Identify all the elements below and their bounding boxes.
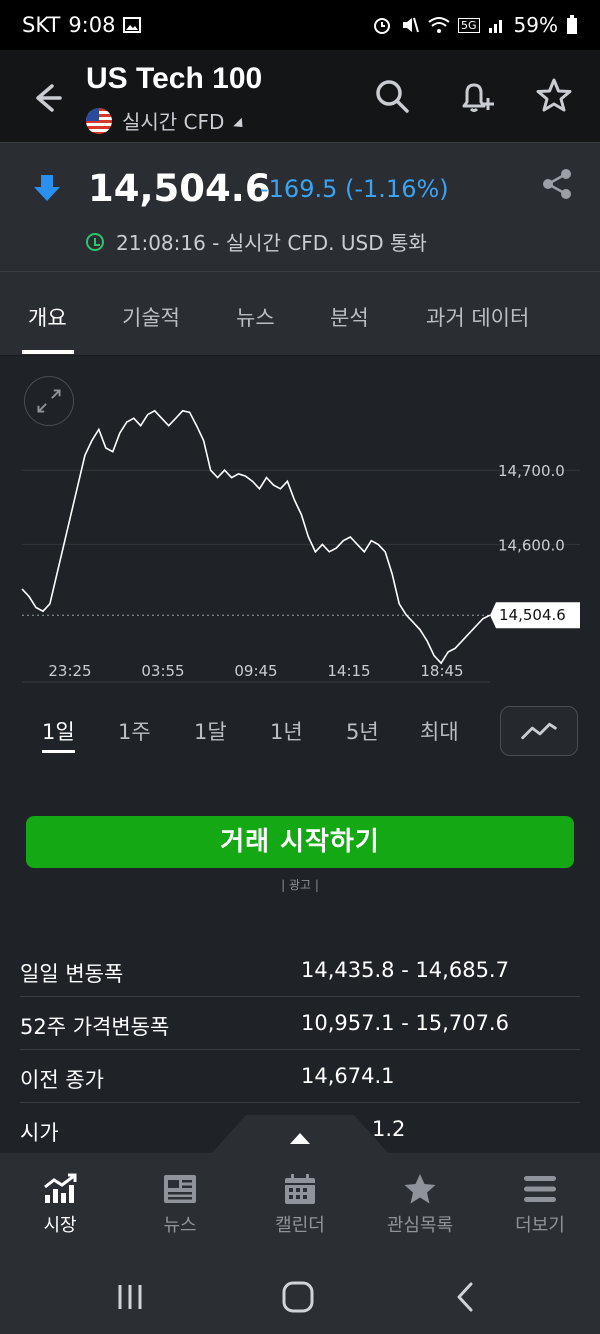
chart-trend-icon bbox=[44, 1173, 77, 1203]
star-icon bbox=[404, 1174, 436, 1204]
status-bar: SKT 9:08 5G 59% bbox=[0, 0, 600, 50]
bottom-navigation: 시장 뉴스 캘린더 관심목록 더보기 bbox=[0, 1153, 600, 1257]
dropdown-caret-icon bbox=[233, 117, 248, 132]
nav-calendar[interactable]: 캘린더 bbox=[245, 1173, 355, 1237]
stat-row-prev-close: 이전 종가 14,674.1 bbox=[20, 1050, 580, 1103]
range-max[interactable]: 최대 bbox=[420, 716, 459, 746]
nav-label: 관심목록 bbox=[386, 1215, 454, 1236]
last-price-tag: 14,504.6 bbox=[490, 602, 580, 629]
tab-historical-data[interactable]: 과거 데이터 bbox=[426, 302, 529, 332]
battery-icon bbox=[567, 15, 577, 34]
x-tick-label: 18:45 bbox=[420, 662, 463, 680]
quote-timestamp: 21:08:16 - 실시간 CFD. USD 통화 bbox=[116, 231, 427, 255]
stat-value: 1.2 bbox=[372, 1117, 406, 1141]
nav-watchlist[interactable]: 관심목록 bbox=[365, 1173, 475, 1237]
gallery-icon bbox=[123, 17, 142, 33]
stat-value: 14,435.8 - 14,685.7 bbox=[301, 958, 509, 982]
tab-news[interactable]: 뉴스 bbox=[236, 302, 275, 332]
stat-label: 일일 변동폭 bbox=[20, 962, 124, 986]
carrier-label: SKT bbox=[22, 13, 61, 37]
newspaper-icon bbox=[164, 1175, 196, 1203]
calendar-icon bbox=[285, 1174, 315, 1204]
menu-icon bbox=[524, 1176, 556, 1202]
quote-timestamp-row: 21:08:16 - 실시간 CFD. USD 통화 bbox=[86, 227, 427, 256]
stat-row-52w-range: 52주 가격변동폭 10,957.1 - 15,707.6 bbox=[20, 997, 580, 1050]
system-back-icon[interactable] bbox=[446, 1277, 486, 1317]
clock-icon bbox=[86, 232, 104, 251]
battery-percent: 59% bbox=[513, 13, 558, 37]
nav-label: 더보기 bbox=[515, 1215, 565, 1236]
app-header: US Tech 100 실시간 CFD bbox=[0, 50, 600, 142]
stat-row-daily-range: 일일 변동폭 14,435.8 - 14,685.7 bbox=[20, 944, 580, 997]
home-icon[interactable] bbox=[278, 1277, 318, 1317]
clock-time: 9:08 bbox=[68, 13, 116, 37]
range-1w[interactable]: 1주 bbox=[118, 716, 151, 746]
x-tick-label: 03:55 bbox=[141, 662, 184, 680]
quote-panel: 14,504.6 -169.5 (-1.16%) 21:08:16 - 실시간 … bbox=[0, 142, 600, 272]
price-series-line bbox=[21, 409, 491, 665]
chart-canvas[interactable]: 14,700.0 14,600.0 23:25 03:55 09:45 14:15 18:4… bbox=[0, 356, 600, 696]
y-tick-label: 14,600.0 bbox=[498, 536, 565, 554]
last-price-label: 14,504.6 bbox=[499, 606, 566, 624]
nav-more[interactable]: 더보기 bbox=[485, 1173, 595, 1237]
alarm-icon bbox=[374, 18, 391, 34]
current-price: 14,504.6 bbox=[88, 167, 271, 210]
share-icon[interactable] bbox=[538, 165, 576, 203]
recent-apps-icon[interactable] bbox=[110, 1277, 150, 1317]
stat-label: 52주 가격변동폭 bbox=[20, 1015, 170, 1039]
tab-analysis[interactable]: 분석 bbox=[330, 302, 369, 332]
range-1m[interactable]: 1달 bbox=[194, 716, 227, 746]
back-arrow-icon[interactable] bbox=[24, 76, 68, 120]
tab-technical[interactable]: 기술적 bbox=[122, 302, 180, 332]
ad-label: | 광고 | bbox=[281, 878, 319, 892]
start-trading-button[interactable]: 거래 시작하기 bbox=[26, 816, 574, 868]
down-arrow-icon bbox=[34, 175, 60, 201]
price-change: -169.5 (-1.16%) bbox=[260, 175, 449, 203]
instrument-title: US Tech 100 bbox=[86, 62, 263, 95]
instrument-type-label: 실시간 CFD bbox=[122, 110, 225, 134]
range-1d[interactable]: 1일 bbox=[42, 716, 75, 753]
x-tick-label: 23:25 bbox=[48, 662, 91, 680]
expand-chart-icon[interactable] bbox=[24, 376, 74, 426]
price-chart[interactable]: 14,700.0 14,600.0 23:25 03:55 09:45 14:15 18:4… bbox=[0, 356, 600, 796]
us-flag-icon bbox=[86, 107, 112, 134]
tab-overview[interactable]: 개요 bbox=[28, 302, 67, 332]
y-tick-label: 14,700.0 bbox=[498, 462, 565, 480]
nav-label: 뉴스 bbox=[163, 1215, 197, 1236]
stat-value: 10,957.1 - 15,707.6 bbox=[301, 1011, 509, 1035]
nav-news[interactable]: 뉴스 bbox=[125, 1173, 235, 1237]
chart-type-line-icon[interactable] bbox=[500, 706, 578, 756]
x-tick-label: 14:15 bbox=[327, 662, 370, 680]
instrument-type-selector[interactable]: 실시간 CFD bbox=[86, 106, 248, 135]
system-navigation-bar bbox=[0, 1257, 600, 1334]
time-range-selector: 1일 1주 1달 1년 5년 최대 bbox=[0, 702, 600, 762]
section-tabs: 개요 기술적 뉴스 분석 과거 데이터 bbox=[0, 272, 600, 356]
nav-label: 시장 bbox=[43, 1215, 77, 1236]
x-tick-label: 09:45 bbox=[234, 662, 277, 680]
search-icon[interactable] bbox=[370, 74, 414, 118]
nav-markets[interactable]: 시장 bbox=[5, 1173, 115, 1237]
nav-label: 캘린더 bbox=[275, 1215, 325, 1236]
range-5y[interactable]: 5년 bbox=[346, 716, 379, 746]
stat-label: 이전 종가 bbox=[20, 1068, 104, 1092]
range-1y[interactable]: 1년 bbox=[270, 716, 303, 746]
mute-icon bbox=[403, 17, 419, 33]
network-type: 5G bbox=[458, 17, 480, 33]
chevron-up-icon bbox=[290, 1133, 310, 1144]
stat-value: 14,674.1 bbox=[301, 1064, 395, 1088]
signal-icon bbox=[488, 20, 502, 33]
star-icon[interactable] bbox=[532, 74, 576, 118]
add-alert-icon[interactable] bbox=[454, 74, 498, 118]
active-tab-indicator bbox=[22, 350, 74, 354]
stat-label: 시가 bbox=[20, 1121, 59, 1145]
wifi-icon bbox=[428, 17, 450, 33]
